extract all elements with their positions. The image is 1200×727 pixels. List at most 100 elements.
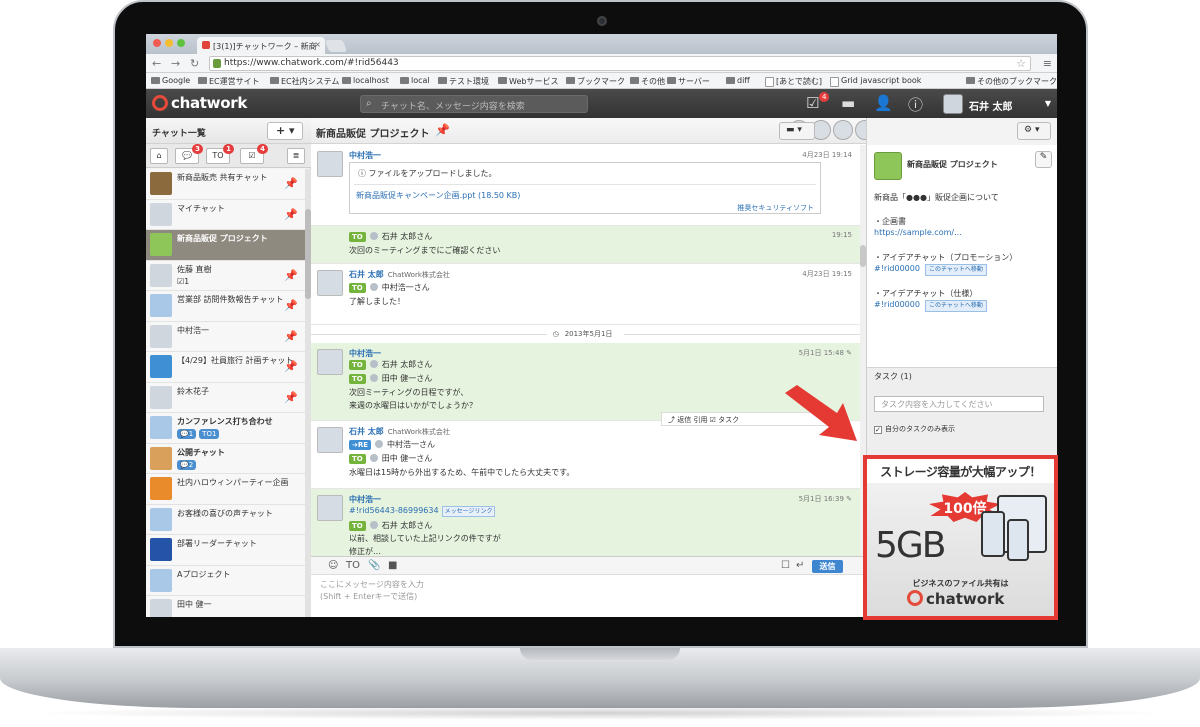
to-icon[interactable]: TO xyxy=(346,560,360,571)
desc-link[interactable]: #!rid00000 このチャットへ移動 xyxy=(874,300,987,312)
pin-icon[interactable]: 📌 xyxy=(284,391,298,404)
filter-to-button[interactable]: TO 1 xyxy=(206,144,234,164)
lock-icon xyxy=(213,59,221,68)
search-input[interactable]: ⌕ チャット名、メッセージ内容を検索 xyxy=(360,95,588,113)
filter-all-button[interactable]: ⌂ xyxy=(150,148,168,164)
storage-ad-banner[interactable]: ストレージ容量が大幅アップ！ 100倍 5GB ビジネスのファイル共有は cha… xyxy=(863,455,1058,620)
bookmark-item[interactable]: EC社内システム xyxy=(270,76,339,87)
message-timeline: 中村浩一 4月23日 19:14 ⓘ ファイルをアップロードしました。 新商品販… xyxy=(311,145,866,556)
url-input[interactable]: https://www.chatwork.com/#!rid56443 ☆ xyxy=(209,56,1031,71)
chat-room-item[interactable]: マイチャット 📌 xyxy=(146,199,305,230)
room-icon xyxy=(874,152,902,180)
task-input[interactable]: タスク内容を入力してください xyxy=(874,396,1044,412)
user-menu[interactable]: 石井 太郎 ▼ xyxy=(941,93,1057,115)
other-bookmarks[interactable]: その他のブックマーク xyxy=(966,76,1057,87)
laptop-notch xyxy=(520,648,680,660)
bookmark-item[interactable]: サーバー xyxy=(667,76,710,87)
filter-unread-button[interactable]: 💬 3 xyxy=(175,144,203,164)
folder-icon[interactable]: ▬ xyxy=(841,94,855,112)
pin-icon[interactable]: 📌 xyxy=(284,177,298,190)
chat-room-item[interactable]: 佐藤 直樹 ☑1 📌 xyxy=(146,260,305,291)
bookmark-item[interactable]: EC運営サイト xyxy=(198,76,260,87)
desc-link[interactable]: #!rid00000 このチャットへ移動 xyxy=(874,264,987,276)
add-contact-icon[interactable]: 👤 xyxy=(874,94,893,112)
address-bar: ← → ↻ https://www.chatwork.com/#!rid5644… xyxy=(146,54,1057,73)
new-tab-button[interactable] xyxy=(324,40,348,52)
security-link[interactable]: 推奨セキュリティソフト xyxy=(737,203,814,213)
desc-link[interactable]: https://sample.com/... xyxy=(874,228,962,237)
avatar xyxy=(317,349,343,375)
pin-icon[interactable]: 📌 xyxy=(284,299,298,312)
pin-icon[interactable]: 📌 xyxy=(284,208,298,221)
sender-name[interactable]: 中村浩一 xyxy=(349,494,381,505)
settings-button[interactable]: ⚙ ▾ xyxy=(1017,122,1051,140)
back-icon[interactable]: ← xyxy=(152,57,161,70)
minimize-window-icon[interactable] xyxy=(165,39,173,47)
chat-room-item[interactable]: 部署リーダーチャット xyxy=(146,535,305,566)
add-chat-button[interactable]: + ▾ xyxy=(267,122,303,140)
message-text: 以前、相談していた上記リンクの件ですが xyxy=(349,534,501,543)
chat-room-item[interactable]: 中村浩一 📌 xyxy=(146,321,305,352)
chat-room-item[interactable]: 公開チャット 💬2 xyxy=(146,443,305,474)
chatwork-logo[interactable]: chatwork xyxy=(152,94,247,112)
favicon-icon xyxy=(202,41,210,49)
sender-name[interactable]: 石井 太郎 ChatWork株式会社 xyxy=(349,426,450,437)
bookmark-item[interactable]: Webサービス xyxy=(498,76,558,87)
send-button[interactable]: 送信 xyxy=(812,560,843,573)
reload-icon[interactable]: ↻ xyxy=(190,57,199,70)
chat-room-item[interactable]: カンファレンス打ち合わせ 💬1 TO1 xyxy=(146,413,305,444)
pin-icon[interactable]: 📌 xyxy=(284,330,298,343)
filter-category-button[interactable]: ≣ xyxy=(287,148,305,164)
message-input[interactable]: ここにメッセージ内容を入力 (Shift + Enterキーで送信) xyxy=(320,579,424,603)
edit-icon[interactable]: ✎ xyxy=(1035,151,1052,168)
bookmark-item[interactable]: ブックマーク xyxy=(566,76,625,87)
chat-room-item[interactable]: 新商品販売 共有チャット 📌 xyxy=(146,169,305,200)
filter-task-button[interactable]: ☑ 4 xyxy=(240,144,268,164)
message-composer: ☺ TO 📎 ■ ☐ ↵ 送信 ここにメッセージ内容を入力 (Shift + En… xyxy=(311,556,866,617)
task-check-icon[interactable]: ☑ xyxy=(806,94,819,112)
sender-name[interactable]: 石井 太郎 ChatWork株式会社 xyxy=(349,269,450,280)
enter-send-checkbox[interactable]: ☐ xyxy=(781,560,790,571)
chat-room-item[interactable]: お客様の喜びの声チャット xyxy=(146,504,305,535)
bookmark-item[interactable]: その他 xyxy=(630,76,665,87)
chat-room-item[interactable]: Aプロジェクト xyxy=(146,565,305,596)
attach-icon[interactable]: 📎 xyxy=(368,560,380,571)
pin-icon[interactable]: 📌 xyxy=(284,269,298,282)
browser-menu-icon[interactable]: ≡ xyxy=(1043,57,1052,70)
zoom-window-icon[interactable] xyxy=(177,39,185,47)
app-header: chatwork ⌕ チャット名、メッセージ内容を検索 ☑ 4 ▬ 👤 ⓘ 石井… xyxy=(146,89,1057,118)
chat-room-item[interactable]: 新商品販促 プロジェクト xyxy=(146,230,305,261)
chat-room-item[interactable]: 【4/29】社員旅行 計画チャット 📌 xyxy=(146,352,305,383)
bookmark-item[interactable]: [あとで読む] xyxy=(765,76,822,87)
close-tab-icon[interactable]: × xyxy=(314,40,321,49)
bookmark-item[interactable]: Google xyxy=(151,76,190,85)
bookmark-item[interactable]: Grid javascript book xyxy=(830,76,921,87)
sender-name[interactable]: 中村浩一 xyxy=(349,348,381,359)
browser-tab[interactable]: [3(1)]チャットワーク – 新商 × xyxy=(197,37,325,54)
chat-room-list: 新商品販売 共有チャット 📌 マイチャット 📌 新商品販促 プロジェクト 佐藤 直樹 ☑1 📌… xyxy=(146,169,305,617)
bookmark-star-icon[interactable]: ☆ xyxy=(1016,57,1026,70)
info-icon[interactable]: ⓘ xyxy=(908,94,923,115)
video-icon[interactable]: ■ xyxy=(388,560,397,571)
bookmark-item[interactable]: テスト環境 xyxy=(438,76,489,87)
file-button[interactable]: ▬ ▾ xyxy=(779,122,815,140)
pin-icon[interactable]: 📌 xyxy=(284,360,298,373)
file-link[interactable]: 新商品販促キャンペーン企画.ppt (18.50 KB) xyxy=(354,184,816,201)
message-link[interactable]: #!rid56443-86999634 メッセージリンク xyxy=(349,506,496,517)
emoji-icon[interactable]: ☺ xyxy=(328,560,338,571)
pin-icon[interactable]: 📌 xyxy=(435,123,450,137)
devices-illustration xyxy=(979,489,1049,569)
close-window-icon[interactable] xyxy=(153,39,161,47)
chat-room-item[interactable]: 鈴木花子 📌 xyxy=(146,382,305,413)
sender-name[interactable]: 中村浩一 xyxy=(349,150,381,161)
bookmark-item[interactable]: localhost xyxy=(342,76,389,85)
chat-room-item[interactable]: 営業部 訪問件数報告チャット 📌 xyxy=(146,291,305,322)
bookmark-item[interactable]: diff xyxy=(726,76,750,85)
bookmark-item[interactable]: local xyxy=(400,76,430,85)
forward-icon[interactable]: → xyxy=(171,57,180,70)
message-time: 5月1日 16:39 ✎ xyxy=(798,495,852,503)
chat-room-item[interactable]: 社内ハロウィンパーティー企画 xyxy=(146,474,305,505)
own-tasks-checkbox[interactable]: ✓ 自分のタスクのみ表示 xyxy=(874,424,955,434)
chat-room-item[interactable]: 田中 健一 xyxy=(146,596,305,617)
room-name: マイチャット xyxy=(177,203,225,213)
